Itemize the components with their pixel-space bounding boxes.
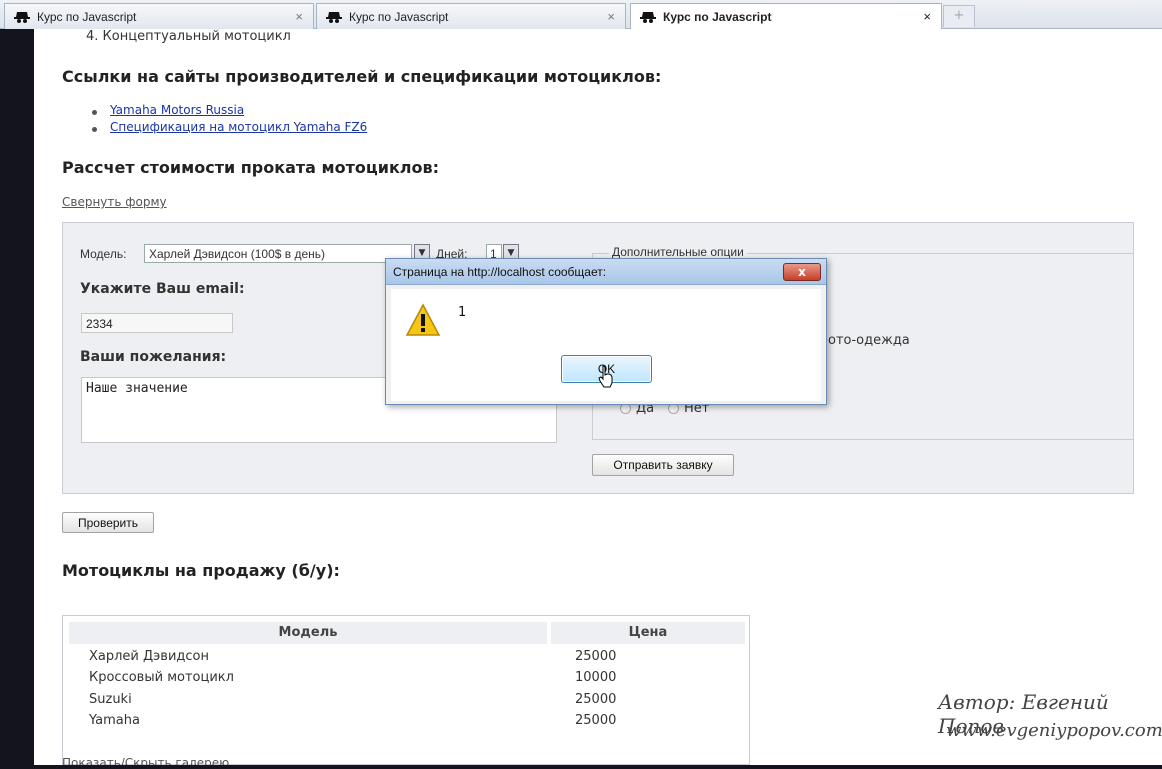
- link-yamaha-russia[interactable]: Yamaha Motors Russia: [110, 103, 244, 117]
- dialog-message: 1: [458, 305, 467, 320]
- new-tab-button[interactable]: +: [943, 5, 975, 27]
- list-item-4: 4. Концептуальный мотоцикл: [86, 29, 291, 44]
- tab-2-close-icon[interactable]: ×: [607, 9, 615, 24]
- table-cell-model: Yamaha: [89, 713, 140, 728]
- table-header-model: Модель: [69, 622, 547, 644]
- bullet-icon: [92, 110, 97, 115]
- table-header-price: Цена: [551, 622, 745, 644]
- links-heading: Ссылки на сайты производителей и специфи…: [62, 67, 662, 86]
- spy-hat-icon: [14, 11, 30, 23]
- table-cell-model: Харлей Дэвидсон: [89, 649, 210, 664]
- sale-table: Модель Цена Харлей Дэвидсон 25000 Кроссо…: [62, 615, 750, 765]
- option-label-partial: ото-одежда: [828, 333, 910, 348]
- options-legend: Дополнительные опции: [609, 245, 747, 259]
- alert-dialog: Страница на http://localhost сообщает: x…: [385, 258, 827, 405]
- table-cell-price: 25000: [575, 713, 617, 728]
- collapse-form-link[interactable]: Свернуть форму: [62, 195, 167, 209]
- spy-hat-icon: [326, 11, 342, 23]
- spy-hat-icon: [640, 12, 656, 23]
- bullet-icon: [92, 127, 97, 132]
- tab-1-title: Курс по Javascript: [37, 9, 137, 24]
- dialog-body: 1 OK: [391, 289, 821, 401]
- calc-heading: Рассчет стоимости проката мотоциклов:: [62, 158, 440, 177]
- wishes-label: Ваши пожелания:: [80, 349, 227, 365]
- browser-tab-bar: Курс по Javascript × Курс по Javascript …: [0, 0, 1162, 30]
- tab-2-title: Курс по Javascript: [349, 9, 449, 24]
- tab-3-title: Курс по Javascript: [663, 10, 772, 24]
- link-yamaha-fz6-spec[interactable]: Спецификация на мотоцикл Yamaha FZ6: [110, 120, 367, 134]
- table-cell-price: 25000: [575, 649, 617, 664]
- left-dark-strip: [0, 29, 34, 769]
- tab-1-close-icon[interactable]: ×: [295, 9, 303, 24]
- mouse-cursor-icon: [598, 365, 613, 388]
- email-input[interactable]: 2334: [81, 313, 233, 333]
- check-button[interactable]: Проверить: [62, 512, 154, 533]
- table-cell-price: 10000: [575, 670, 617, 685]
- watermark-site: www.evgeniypopov.com: [946, 720, 1162, 741]
- submit-request-button[interactable]: Отправить заявку: [592, 454, 734, 476]
- sale-heading: Мотоциклы на продажу (б/у):: [62, 561, 340, 580]
- dialog-title: Страница на http://localhost сообщает:: [386, 259, 826, 285]
- dialog-close-button[interactable]: x: [783, 263, 821, 281]
- table-cell-model: Suzuki: [89, 692, 132, 707]
- table-cell-model: Кроссовый мотоцикл: [89, 670, 234, 685]
- model-select[interactable]: Харлей Дэвидсон (100$ в день): [144, 244, 412, 263]
- tab-2[interactable]: Курс по Javascript ×: [316, 3, 626, 29]
- tab-3-close-icon[interactable]: ×: [923, 9, 931, 24]
- warning-icon: [405, 303, 441, 336]
- tab-3-active[interactable]: Курс по Javascript ×: [630, 3, 942, 30]
- model-label: Модель:: [80, 247, 127, 261]
- bottom-dark-strip: [34, 765, 1162, 769]
- tab-1[interactable]: Курс по Javascript ×: [4, 3, 314, 29]
- table-cell-price: 25000: [575, 692, 617, 707]
- email-label: Укажите Ваш email:: [80, 281, 245, 297]
